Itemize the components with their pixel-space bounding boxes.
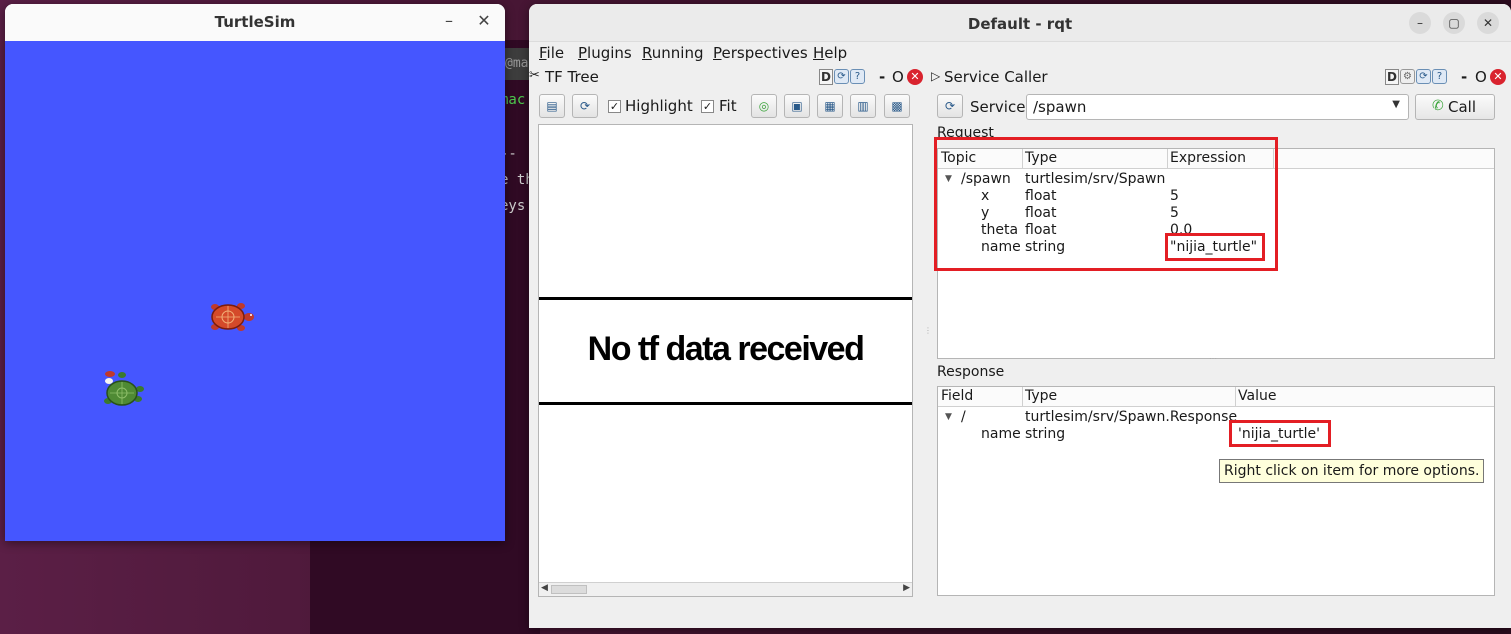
help-icon[interactable]: ? <box>1432 69 1447 84</box>
highlight-label: Highlight <box>625 97 693 115</box>
tf-empty-message: No tf data received <box>587 330 865 368</box>
dock-close-button[interactable]: ✕ <box>907 69 923 85</box>
phone-icon: ✆ <box>1432 98 1444 114</box>
splitter-handle[interactable]: ⋮ <box>924 326 932 335</box>
tf-graph-view[interactable]: No tf data received ◀ ▶ <box>538 124 913 597</box>
menu-plugins[interactable]: Plugins <box>578 44 632 62</box>
service-caller-dock-title: ▷ Service Caller D ⚙ ⟳ ? - O ✕ <box>929 68 1511 88</box>
window-title: TurtleSim <box>214 13 296 31</box>
dock-title-label: TF Tree <box>545 68 599 86</box>
dock-d-button[interactable]: D <box>1385 69 1399 85</box>
play-icon: ▷ <box>931 69 941 83</box>
minimize-button[interactable]: – <box>1409 12 1431 34</box>
row-field: name <box>981 426 1021 442</box>
menu-running[interactable]: Running <box>642 44 703 62</box>
tf-tree-dock-title: ✂ TF Tree D ⟳ ? - O ✕ <box>529 68 929 88</box>
highlight-box <box>1229 420 1331 447</box>
splitter-handle[interactable]: ⋯ <box>1209 354 1217 363</box>
highlight-box <box>1165 233 1265 261</box>
refresh-icon[interactable]: ⟳ <box>1416 69 1431 84</box>
save-icon[interactable]: ▦ <box>817 94 843 118</box>
fit-checkbox[interactable]: ✓ <box>701 100 714 113</box>
service-select-value: /spawn <box>1033 98 1087 116</box>
turtlesim-window: TurtleSim – ✕ <box>5 4 505 541</box>
fit-label: Fit <box>719 97 737 115</box>
scrollbar-thumb[interactable] <box>551 585 587 594</box>
menu-help[interactable]: Help <box>813 44 847 62</box>
service-label: Service <box>970 98 1026 116</box>
dock-d-button[interactable]: D <box>819 69 833 85</box>
rqt-window: Default - rqt – ▢ ✕ File Plugins Running… <box>529 4 1511 628</box>
column-separator <box>1235 387 1236 407</box>
open-icon[interactable]: ▣ <box>784 94 810 118</box>
tree-row[interactable]: name string 'nijia_turtle' <box>938 426 1494 443</box>
export-icon[interactable]: ▥ <box>850 94 876 118</box>
call-button-label: Call <box>1448 98 1477 116</box>
rqt-titlebar[interactable]: Default - rqt – ▢ ✕ <box>529 4 1511 42</box>
column-header[interactable]: Value <box>1238 388 1276 404</box>
refresh-icon[interactable]: ⟳ <box>834 69 849 84</box>
maximize-button[interactable]: ▢ <box>1443 12 1465 34</box>
column-header[interactable]: Type <box>1025 388 1057 404</box>
refresh-icon[interactable]: ⟳ <box>572 94 598 118</box>
refresh-services-icon[interactable]: ⟳ <box>937 94 963 118</box>
scissors-icon: ✂ <box>529 68 540 83</box>
tree-row[interactable]: ▼ / turtlesim/srv/Spawn.Response <box>938 409 1494 426</box>
response-tree[interactable]: Field Type Value ▼ / turtlesim/srv/Spawn… <box>937 386 1495 596</box>
tooltip: Right click on item for more options. <box>1219 459 1485 483</box>
menu-perspectives[interactable]: Perspectives <box>713 44 808 62</box>
row-type: string <box>1025 426 1066 442</box>
menu-bar: File Plugins Running Perspectives Help <box>529 42 1511 64</box>
scroll-left-icon[interactable]: ◀ <box>541 583 548 593</box>
minimize-button[interactable]: – <box>437 9 461 33</box>
turtlesim-canvas <box>5 41 505 541</box>
dock-title-label: Service Caller <box>944 68 1048 86</box>
response-tree-header: Field Type Value <box>938 387 1494 407</box>
column-separator <box>1022 387 1023 407</box>
chevron-down-icon: ▼ <box>1392 99 1400 110</box>
scroll-right-icon[interactable]: ▶ <box>903 583 910 593</box>
turtle-green-icon <box>104 371 144 406</box>
response-label: Response <box>937 364 1005 380</box>
dock-float-button[interactable]: O <box>1475 68 1487 86</box>
tf-message-band: No tf data received <box>539 297 912 405</box>
dock-float-button[interactable]: O <box>892 68 904 86</box>
window-title: Default - rqt <box>967 15 1073 33</box>
turtle-red-icon <box>211 303 254 331</box>
row-type: turtlesim/srv/Spawn.Response <box>1025 409 1238 425</box>
close-button[interactable]: ✕ <box>472 9 496 33</box>
menu-file[interactable]: File <box>539 44 564 62</box>
turtlesim-titlebar[interactable]: TurtleSim – ✕ <box>5 4 505 41</box>
expand-arrow-icon[interactable]: ▼ <box>945 412 952 422</box>
help-icon[interactable]: ? <box>850 69 865 84</box>
column-header[interactable]: Field <box>941 388 973 404</box>
dock-minimize-button[interactable]: - <box>879 68 885 86</box>
zoom-fit-icon[interactable]: ◎ <box>751 94 777 118</box>
gear-icon[interactable]: ⚙ <box>1400 69 1415 84</box>
horizontal-scrollbar[interactable]: ◀ ▶ <box>539 582 912 596</box>
row-field: / <box>961 409 966 425</box>
highlight-checkbox[interactable]: ✓ <box>608 100 621 113</box>
dock-minimize-button[interactable]: - <box>1461 68 1467 86</box>
service-select[interactable]: /spawn ▼ <box>1026 94 1409 120</box>
dock-close-button[interactable]: ✕ <box>1490 69 1506 85</box>
close-button[interactable]: ✕ <box>1477 12 1499 34</box>
image-icon[interactable]: ▩ <box>884 94 910 118</box>
call-button[interactable]: ✆ Call <box>1415 94 1495 120</box>
save-dot-icon[interactable]: ▤ <box>539 94 565 118</box>
